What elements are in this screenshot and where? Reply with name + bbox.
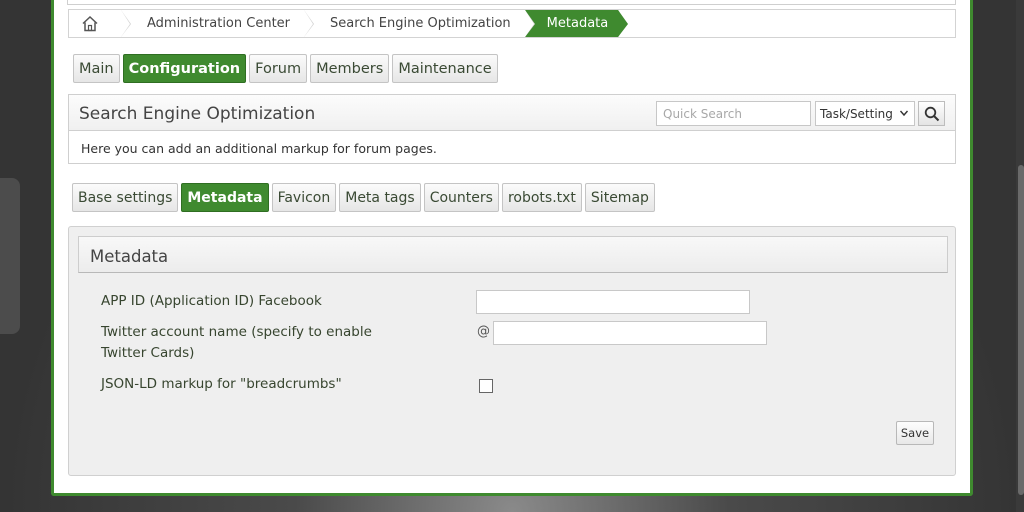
section-title: Metadata xyxy=(90,247,169,266)
save-button[interactable]: Save xyxy=(896,421,934,445)
chevron-down-icon xyxy=(899,110,909,117)
twitter-account-label: Twitter account name (specify to enable … xyxy=(101,324,372,361)
tab-counters[interactable]: Counters xyxy=(423,183,499,212)
breadcrumb-label: Metadata xyxy=(546,16,609,31)
page-title: Search Engine Optimization xyxy=(79,104,316,124)
metadata-panel: Metadata APP ID (Application ID) Faceboo… xyxy=(68,226,956,476)
tab-maintenance[interactable]: Maintenance xyxy=(392,54,498,83)
breadcrumb-admin-center[interactable]: Administration Center xyxy=(121,10,315,37)
tab-meta-tags[interactable]: Meta tags xyxy=(339,183,421,212)
main-tabs: Main Configuration Forum Members Mainten… xyxy=(73,54,498,83)
search-icon xyxy=(924,106,939,121)
tab-forum[interactable]: Forum xyxy=(249,54,308,83)
breadcrumb-metadata[interactable]: Metadata xyxy=(524,10,628,37)
scrollbar-thumb[interactable] xyxy=(1018,165,1024,495)
search-button[interactable] xyxy=(918,101,945,126)
facebook-app-id-label: APP ID (Application ID) Facebook xyxy=(101,293,322,309)
jsonld-breadcrumbs-checkbox[interactable] xyxy=(479,379,493,393)
seo-header: Search Engine Optimization Task/Setting xyxy=(68,94,956,131)
facebook-app-id-input[interactable] xyxy=(476,290,750,314)
tab-favicon[interactable]: Favicon xyxy=(271,183,337,212)
breadcrumb-home[interactable] xyxy=(69,10,131,37)
seo-sub-tabs: Base settings Metadata Favicon Meta tags… xyxy=(72,183,655,212)
tab-configuration[interactable]: Configuration xyxy=(122,54,247,83)
metadata-header: Metadata xyxy=(78,236,948,273)
top-panel-edge xyxy=(67,0,956,5)
tab-members[interactable]: Members xyxy=(310,54,390,83)
tab-main[interactable]: Main xyxy=(73,54,120,83)
task-setting-select[interactable]: Task/Setting xyxy=(815,101,915,126)
side-panel-handle[interactable] xyxy=(0,178,20,334)
seo-description: Here you can add an additional markup fo… xyxy=(68,130,956,164)
breadcrumb-label: Search Engine Optimization xyxy=(330,16,511,31)
quick-search-input[interactable] xyxy=(656,101,811,126)
tab-sitemap[interactable]: Sitemap xyxy=(584,183,655,212)
breadcrumb: Administration Center Search Engine Opti… xyxy=(68,9,956,38)
breadcrumb-label: Administration Center xyxy=(147,16,291,31)
tab-metadata[interactable]: Metadata xyxy=(181,183,269,212)
at-sign-prefix: @ xyxy=(477,324,490,339)
tab-robots-txt[interactable]: robots.txt xyxy=(501,183,582,212)
select-value: Task/Setting xyxy=(820,106,893,121)
breadcrumb-seo[interactable]: Search Engine Optimization xyxy=(304,10,535,37)
tab-base-settings[interactable]: Base settings xyxy=(72,183,179,212)
jsonld-breadcrumbs-label: JSON-LD markup for "breadcrumbs" xyxy=(101,376,342,392)
home-icon xyxy=(82,15,98,32)
twitter-account-input[interactable] xyxy=(493,321,767,345)
